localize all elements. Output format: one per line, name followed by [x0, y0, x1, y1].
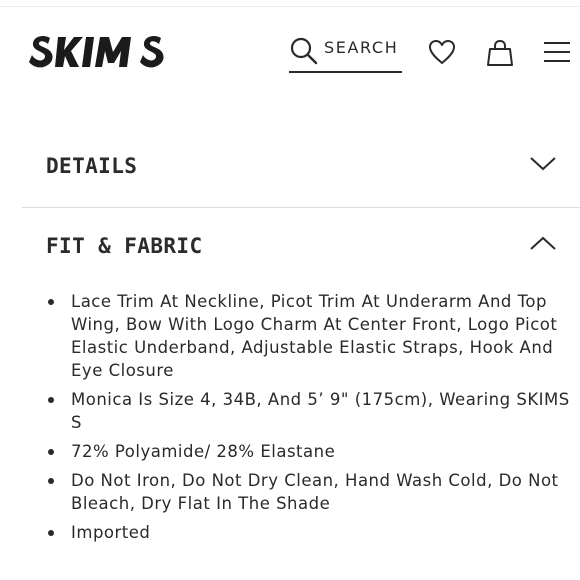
skims-logo[interactable]	[28, 28, 173, 76]
fit-fabric-title: FIT & FABRIC	[46, 234, 203, 258]
chevron-down-icon	[530, 157, 556, 171]
details-title: DETAILS	[46, 154, 138, 178]
bullet-dot	[48, 449, 54, 455]
bullet-dot	[48, 299, 54, 305]
list-item: 72% Polyamide/ 28% Elastane	[44, 440, 580, 463]
details-accordion-header[interactable]: DETAILS	[22, 138, 580, 198]
menu-icon[interactable]	[542, 40, 572, 64]
chevron-up-icon	[530, 236, 556, 250]
list-item-text: Lace Trim At Neckline, Picot Trim At Und…	[71, 292, 558, 380]
search-label: SEARCH	[324, 38, 399, 57]
search-bar[interactable]: SEARCH	[289, 36, 402, 73]
fit-fabric-list: Lace Trim At Neckline, Picot Trim At Und…	[44, 290, 580, 550]
list-item-text: Imported	[71, 523, 151, 542]
fit-fabric-accordion-header[interactable]: FIT & FABRIC	[22, 218, 580, 278]
list-item-text: 72% Polyamide/ 28% Elastane	[71, 442, 336, 461]
bullet-dot	[48, 397, 54, 403]
list-item: Lace Trim At Neckline, Picot Trim At Und…	[44, 290, 580, 382]
heart-icon[interactable]	[427, 38, 457, 66]
bullet-dot	[48, 478, 54, 484]
top-divider	[0, 6, 580, 7]
list-item: Imported	[44, 521, 580, 544]
accordion-divider	[22, 207, 580, 208]
list-item: Do Not Iron, Do Not Dry Clean, Hand Wash…	[44, 469, 580, 515]
search-icon	[290, 37, 318, 65]
bullet-dot	[48, 530, 54, 536]
list-item-text: Monica Is Size 4, 34B, And 5’ 9" (175cm)…	[71, 390, 570, 432]
bag-icon[interactable]	[485, 38, 515, 68]
list-item: Monica Is Size 4, 34B, And 5’ 9" (175cm)…	[44, 388, 580, 434]
list-item-text: Do Not Iron, Do Not Dry Clean, Hand Wash…	[71, 471, 559, 513]
